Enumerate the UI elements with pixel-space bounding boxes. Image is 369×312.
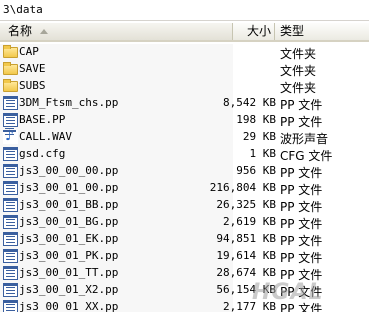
file-type: 文件夹 — [280, 64, 317, 78]
file-size: 19,614 KB — [216, 249, 276, 262]
file-type: PP 文件 — [280, 217, 323, 231]
file-name: CAP — [19, 45, 39, 58]
column-size-header[interactable]: 大小 — [233, 23, 275, 40]
file-type: PP 文件 — [280, 98, 323, 112]
file-type: PP 文件 — [280, 251, 323, 265]
column-type-header[interactable]: 类型 — [276, 23, 369, 40]
file-type: 波形声音 — [280, 132, 329, 146]
file-size: 29 KB — [242, 130, 276, 143]
file-icon — [3, 198, 18, 212]
file-name: js3_00_01_BB.pp — [19, 198, 119, 211]
file-name: js3_00_01_X2.pp — [19, 283, 119, 296]
file-name: js3_00_00_00.pp — [19, 164, 119, 177]
file-size: 28,674 KB — [216, 266, 276, 279]
column-name-label: 名称 — [8, 24, 33, 38]
folder-icon — [3, 62, 18, 75]
file-row[interactable]: js3_00_00_00.pp 956 KB PP 文件 — [0, 163, 369, 180]
file-icon — [3, 181, 18, 195]
file-name: js3_00_01_TT.pp — [19, 266, 119, 279]
file-list: CAP 文件夹 SAVE 文件夹 SUBS 文件夹 3DM_Ftsm_chs.pp 8,542… — [0, 44, 369, 312]
file-icon — [3, 96, 18, 110]
file-size: 1 KB — [249, 147, 277, 160]
file-row[interactable]: SUBS 文件夹 — [0, 78, 369, 95]
file-row[interactable]: BASE.PP 198 KB PP 文件 — [0, 112, 369, 129]
watermark-logo: HGAL — [252, 280, 324, 305]
file-name: SUBS — [19, 79, 46, 92]
file-icon — [3, 283, 18, 297]
file-size: 26,325 KB — [216, 198, 276, 211]
column-type-label: 类型 — [280, 24, 305, 38]
file-row[interactable]: js3_00_01_PK.pp 19,614 KB PP 文件 — [0, 248, 369, 265]
sort-ascending-icon — [40, 29, 48, 34]
file-icon — [3, 113, 18, 127]
file-name: SAVE — [19, 62, 46, 75]
column-header: 名称 大小 类型 — [0, 23, 369, 42]
file-type: CFG 文件 — [280, 149, 333, 163]
file-icon — [3, 215, 18, 229]
file-type: PP 文件 — [280, 183, 323, 197]
file-type: PP 文件 — [280, 166, 323, 180]
file-size: 2,619 KB — [223, 215, 276, 228]
file-name: js3_00_01_PK.pp — [19, 249, 119, 262]
file-row[interactable]: CALL.WAV 29 KB 波形声音 — [0, 128, 369, 146]
file-name: CALL.WAV — [19, 130, 72, 143]
file-name: gsd.cfg — [19, 147, 66, 160]
file-type: PP 文件 — [280, 200, 323, 214]
file-type: 文件夹 — [280, 81, 317, 95]
folder-icon — [3, 79, 18, 92]
file-type: 文件夹 — [280, 47, 317, 61]
file-row[interactable]: gsd.cfg 1 KB CFG 文件 — [0, 146, 369, 163]
file-size: 198 KB — [236, 113, 276, 126]
file-row[interactable]: js3_00_01_EK.pp 94,851 KB PP 文件 — [0, 231, 369, 248]
column-size-label: 大小 — [246, 24, 271, 38]
file-icon — [3, 164, 18, 178]
file-type: PP 文件 — [280, 234, 323, 248]
file-size: 956 KB — [236, 164, 276, 177]
file-row[interactable]: 3DM_Ftsm_chs.pp 8,542 KB PP 文件 — [0, 95, 369, 112]
column-name-header[interactable]: 名称 — [0, 23, 233, 40]
folder-icon — [3, 45, 18, 58]
file-row[interactable]: CAP 文件夹 — [0, 44, 369, 61]
file-row[interactable]: js3_00_01_BB.pp 26,325 KB PP 文件 — [0, 197, 369, 214]
file-name: js3_00_01_XX.pp — [19, 300, 119, 312]
file-size: 216,804 KB — [209, 181, 276, 194]
file-name: 3DM_Ftsm_chs.pp — [19, 96, 119, 109]
file-icon — [3, 147, 18, 161]
address-text: 3\data — [3, 3, 43, 16]
file-type: PP 文件 — [280, 115, 323, 129]
address-bar[interactable]: 3\data — [0, 0, 369, 21]
file-row[interactable]: js3_00_01_00.pp 216,804 KB PP 文件 — [0, 180, 369, 197]
file-icon — [3, 232, 18, 246]
file-name: js3_00_01_BG.pp — [19, 215, 119, 228]
audio-file-icon — [3, 128, 18, 144]
file-name: js3_00_01_EK.pp — [19, 232, 119, 245]
file-icon — [3, 249, 18, 263]
file-row[interactable]: SAVE 文件夹 — [0, 61, 369, 78]
file-row[interactable]: js3_00_01_BG.pp 2,619 KB PP 文件 — [0, 214, 369, 231]
file-icon — [3, 300, 18, 312]
file-name: BASE.PP — [19, 113, 66, 126]
file-name: js3_00_01_00.pp — [19, 181, 119, 194]
file-icon — [3, 266, 18, 280]
file-size: 94,851 KB — [216, 232, 276, 245]
file-size: 8,542 KB — [223, 96, 276, 109]
